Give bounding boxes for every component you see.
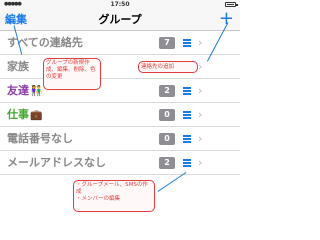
chevron-right-icon[interactable]: › bbox=[198, 107, 202, 122]
group-label: メールアドレスなし bbox=[7, 156, 106, 169]
chevron-right-icon[interactable]: › bbox=[198, 35, 202, 50]
group-label-text: 友達 bbox=[7, 84, 29, 97]
count-badge: 2 bbox=[159, 85, 175, 97]
navigation-bar: 編集 グループ + bbox=[0, 9, 240, 31]
count-badge: 0 bbox=[159, 133, 175, 145]
status-bar: ●●●●● 17:50 bbox=[0, 0, 240, 9]
annotation-add-note: 連絡先の追加 bbox=[138, 61, 198, 73]
annotation-edit-note: グループの新規作成、編集、削除、色の変更 bbox=[43, 58, 101, 90]
chevron-right-icon[interactable]: › bbox=[198, 155, 202, 170]
hamburger-list-icon[interactable] bbox=[183, 87, 191, 95]
hamburger-list-icon[interactable] bbox=[183, 111, 191, 119]
hamburger-list-icon[interactable] bbox=[183, 135, 191, 143]
group-row-all-contacts[interactable]: すべての連絡先 7 › bbox=[0, 31, 240, 55]
group-row-no-phone[interactable]: 電話番号なし 0 › bbox=[0, 127, 240, 151]
chevron-right-icon[interactable]: › bbox=[198, 83, 202, 98]
group-row-work[interactable]: 仕事💼 0 › bbox=[0, 103, 240, 127]
hamburger-list-icon[interactable] bbox=[183, 39, 191, 47]
briefcase-icon: 💼 bbox=[30, 110, 43, 121]
hamburger-list-icon[interactable] bbox=[183, 159, 191, 167]
group-row-no-email[interactable]: メールアドレスなし 2 › bbox=[0, 151, 240, 175]
annotation-line-menu bbox=[157, 172, 187, 192]
annotation-menu-note: ・グループメール、SMSの作成 ・メンバーの編集 bbox=[73, 180, 155, 212]
group-label: 家族 bbox=[7, 60, 29, 73]
group-label-text: 仕事 bbox=[7, 108, 29, 121]
chevron-right-icon[interactable]: › bbox=[198, 131, 202, 146]
group-label: 電話番号なし bbox=[7, 132, 73, 145]
count-badge: 2 bbox=[159, 157, 175, 169]
count-badge: 7 bbox=[159, 37, 175, 49]
group-label: 友達👫 bbox=[7, 83, 42, 99]
status-time: 17:50 bbox=[110, 1, 130, 8]
friends-emoji-icon: 👫 bbox=[30, 86, 43, 97]
count-badge: 0 bbox=[159, 109, 175, 121]
group-row-friends[interactable]: 友達👫 2 › bbox=[0, 79, 240, 103]
group-label: 仕事💼 bbox=[7, 107, 42, 123]
group-row-family[interactable]: 家族 › bbox=[0, 55, 240, 79]
chevron-right-icon[interactable]: › bbox=[198, 59, 202, 74]
page-title: グループ bbox=[98, 13, 142, 26]
battery-icon bbox=[225, 2, 238, 7]
